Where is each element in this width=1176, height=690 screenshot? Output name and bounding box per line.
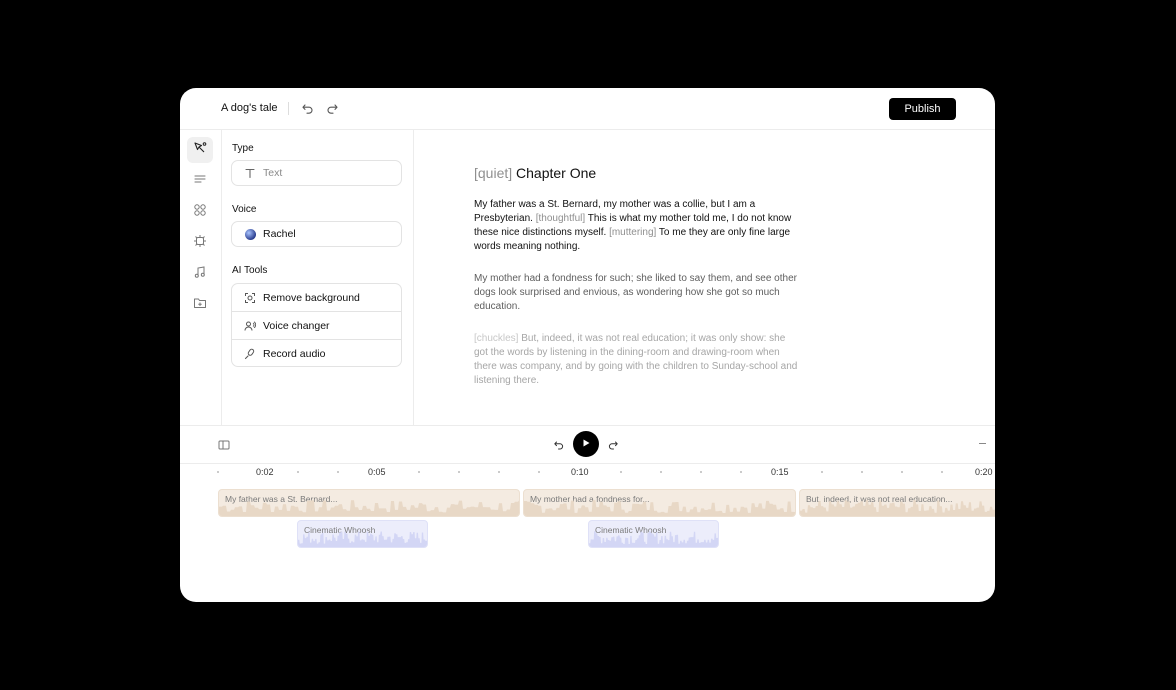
redo-icon[interactable]: [325, 101, 339, 115]
tick-mark: [700, 471, 702, 473]
tick-mark: [418, 471, 420, 473]
paragraph-3[interactable]: [chuckles] But, indeed, it was not real …: [474, 332, 800, 388]
remove-background-icon: [243, 291, 257, 305]
tick-mark: [861, 471, 863, 473]
folder-add-icon: [193, 296, 207, 315]
publish-button[interactable]: Publish: [889, 98, 956, 120]
tick-mark: [901, 471, 903, 473]
tick-mark: [941, 471, 943, 473]
panel-toggle-icon[interactable]: [218, 438, 230, 456]
tick-label: 0:05: [368, 467, 386, 477]
waveform: [589, 531, 718, 547]
chapter-heading[interactable]: [quiet] Chapter One: [474, 165, 800, 181]
tick-mark: [498, 471, 500, 473]
zoom-out-icon[interactable]: [979, 443, 986, 444]
voice-clip[interactable]: But, indeed, it was not real education..…: [799, 489, 995, 517]
undo-icon[interactable]: [301, 101, 315, 115]
text-lines-icon: [193, 172, 207, 191]
document-title[interactable]: A dog's tale: [221, 102, 278, 114]
waveform: [298, 531, 427, 547]
text-type-icon: [243, 166, 257, 180]
tool-record-audio[interactable]: Record audio: [232, 340, 401, 366]
type-field-value: Text: [263, 167, 283, 179]
grid-icon: [193, 203, 207, 222]
tool-remove-background[interactable]: Remove background: [232, 284, 401, 312]
top-bar: A dog's tale Publish: [180, 88, 995, 130]
tick-mark: [821, 471, 823, 473]
tick-mark: [660, 471, 662, 473]
voice-clip[interactable]: My mother had a fondness for...: [523, 489, 796, 517]
voice-selector[interactable]: Rachel: [231, 221, 402, 247]
app-window: A dog's tale Publish Type Text Voice Rac…: [180, 88, 995, 602]
ai-tools-label: AI Tools: [232, 265, 268, 276]
play-icon: [581, 435, 591, 453]
voice-clip[interactable]: My father was a St. Bernard...: [218, 489, 520, 517]
properties-panel: Type Text Voice Rachel AI Tools Remove b…: [222, 130, 414, 425]
sfx-clip[interactable]: Cinematic Whoosh: [588, 520, 719, 548]
chapter-title: Chapter One: [516, 165, 597, 181]
tool-voice-changer[interactable]: Voice changer: [232, 312, 401, 340]
tool-label: Voice changer: [263, 319, 330, 332]
forward-icon[interactable]: [607, 438, 619, 456]
pen-tool-icon: [193, 141, 207, 160]
tick-label: 0:10: [571, 467, 589, 477]
tool-label: Record audio: [263, 348, 326, 360]
voice-avatar: [243, 227, 257, 241]
voice-label: Voice: [232, 204, 257, 215]
rail-item-pen[interactable]: [187, 137, 213, 163]
voice-changer-icon: [243, 319, 257, 333]
emotion-tag: [muttering]: [609, 227, 657, 238]
rail-item-music[interactable]: [187, 261, 213, 287]
emotion-tag: [quiet]: [474, 165, 513, 181]
tick-mark: [217, 471, 219, 473]
waveform: [524, 500, 795, 516]
settings-gear-icon: [193, 234, 207, 253]
rail-item-grid[interactable]: [187, 199, 213, 225]
voice-selector-value: Rachel: [263, 228, 296, 240]
type-field[interactable]: Text: [231, 160, 402, 186]
music-note-icon: [193, 265, 207, 284]
waveform: [800, 500, 995, 516]
ai-tools-list: Remove background Voice changer Record a…: [231, 283, 402, 367]
transport-bar: [180, 426, 995, 464]
tick-mark: [620, 471, 622, 473]
tool-rail: [180, 130, 222, 425]
tool-label: Remove background: [263, 291, 360, 304]
tick-mark: [297, 471, 299, 473]
tick-label: 0:15: [771, 467, 789, 477]
emotion-tag: [thoughtful]: [535, 213, 586, 224]
paragraph-2[interactable]: My mother had a fondness for such; she l…: [474, 272, 800, 314]
rewind-icon[interactable]: [553, 438, 565, 456]
microphone-icon: [243, 347, 257, 361]
sfx-clip[interactable]: Cinematic Whoosh: [297, 520, 428, 548]
timeline-ruler[interactable]: 0:02 0:05 0:10 0:15 0:20: [180, 464, 995, 486]
tick-mark: [538, 471, 540, 473]
rail-item-text[interactable]: [187, 168, 213, 194]
script-editor[interactable]: [quiet] Chapter One My father was a St. …: [474, 165, 800, 406]
tick-mark: [740, 471, 742, 473]
play-button[interactable]: [573, 431, 599, 457]
tick-label: 0:20: [975, 467, 993, 477]
type-label: Type: [232, 143, 254, 154]
rail-item-folder[interactable]: [187, 292, 213, 318]
rail-item-settings[interactable]: [187, 230, 213, 256]
waveform: [219, 500, 519, 516]
tick-label: 0:02: [256, 467, 274, 477]
emotion-tag: [chuckles]: [474, 333, 519, 344]
paragraph-1[interactable]: My father was a St. Bernard, my mother w…: [474, 198, 800, 254]
tick-mark: [458, 471, 460, 473]
tick-mark: [337, 471, 339, 473]
divider: [288, 102, 289, 115]
text-run: But, indeed, it was not real education; …: [474, 333, 798, 386]
